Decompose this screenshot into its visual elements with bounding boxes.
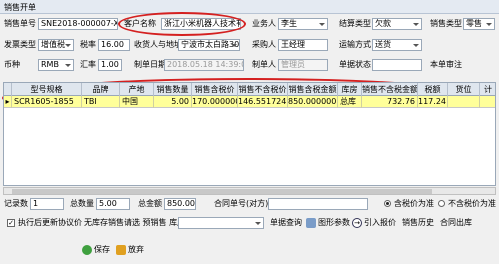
create-time-field: 2018.05.18 14:39:0 <box>164 59 244 71</box>
record-count-field: 1 <box>30 198 64 210</box>
after-audit-checkbox[interactable]: ✓ <box>7 219 15 227</box>
status-field <box>372 59 422 71</box>
tax-included-radio[interactable] <box>384 200 391 207</box>
col-header[interactable]: 计 <box>480 83 495 96</box>
col-header[interactable]: 销售不含税金额 <box>362 83 418 96</box>
cell-amount-tax[interactable]: 850.000000 <box>288 96 338 108</box>
invoice-type-select[interactable]: 增值税 <box>38 39 74 51</box>
cell-model[interactable]: SCR1605-1855 <box>12 96 82 108</box>
buyer-field[interactable]: 王经理 <box>278 39 328 51</box>
warehouse-select[interactable] <box>178 217 264 229</box>
tax-rate-field[interactable]: 16.00 <box>98 39 130 51</box>
cell-extra[interactable] <box>480 96 495 108</box>
tax-excluded-radio[interactable] <box>438 200 445 207</box>
col-header[interactable]: 销售数量 <box>154 83 192 96</box>
col-header[interactable]: 产地 <box>120 83 154 96</box>
row-indicator-header <box>4 83 12 96</box>
settle-type-select[interactable]: 欠款 <box>372 18 422 30</box>
cell-tax[interactable]: 117.24 <box>418 96 448 108</box>
chart-params-button[interactable]: 图形参数 <box>318 217 350 229</box>
col-header[interactable]: 型号规格 <box>12 83 82 96</box>
cell-brand[interactable]: TBI <box>82 96 120 108</box>
contract-out-button[interactable]: 合同出库 <box>440 217 472 229</box>
contract-no-field[interactable] <box>268 198 368 210</box>
col-header[interactable]: 销售含税金额 <box>288 83 338 96</box>
abandon-button[interactable]: 放弃 <box>128 244 144 256</box>
no-stock-hint: 无库存销售请选 预销售 库房 <box>84 218 186 227</box>
sales-history-button[interactable]: 销售历史 <box>402 217 434 229</box>
query-button[interactable]: 单据查询 <box>270 217 302 229</box>
table-row[interactable]: ▸ SCR1605-1855 TBI 中国 5.00 170.000000 14… <box>4 96 495 108</box>
abandon-icon <box>116 245 126 255</box>
save-button[interactable]: 保存 <box>94 244 110 256</box>
chart-icon <box>306 218 316 228</box>
ship-method-select[interactable]: 送货 <box>372 39 422 51</box>
scrollbar-thumb[interactable] <box>12 189 432 194</box>
col-header[interactable]: 销售含税价 <box>192 83 238 96</box>
current-no-label: 本单审注 <box>430 60 462 69</box>
arrow-right-icon: → <box>352 218 362 228</box>
customer-field[interactable]: 浙江小米机器人技术有限 <box>161 18 241 30</box>
record-count-label: 记录数 <box>4 199 28 208</box>
creator-label: 制单人 <box>252 60 276 69</box>
receiver-addr-label: 收货人与地址 <box>134 40 182 49</box>
exchange-rate-field[interactable]: 1.00 <box>98 59 122 71</box>
order-no-label: 销售单号 <box>4 19 36 28</box>
tax-included-label: 含税价为准 <box>394 199 434 208</box>
title-bar: 销售开单 <box>0 0 499 14</box>
customer-label: 客户名称 <box>124 19 156 28</box>
save-icon <box>82 245 92 255</box>
grid-horizontal-scrollbar[interactable] <box>3 187 496 195</box>
col-header[interactable]: 销售不含税价 <box>238 83 288 96</box>
buyer-label: 采购人 <box>252 40 276 49</box>
cell-warehouse[interactable]: 总库 <box>338 96 362 108</box>
cell-price-notax[interactable]: 146.551724 <box>238 96 288 108</box>
total-qty-field: 5.00 <box>96 198 130 210</box>
order-no-field[interactable]: SNE2018-000007-XXX <box>38 18 118 30</box>
settle-type-label: 结算类型 <box>339 19 371 28</box>
after-audit-label: 执行后更新协议价 <box>18 218 82 227</box>
sales-type-label: 销售类型 <box>430 19 462 28</box>
contract-no-label: 合同单号(对方) <box>214 199 269 208</box>
total-amount-field: 850.00 <box>164 198 196 210</box>
col-header[interactable]: 库房 <box>338 83 362 96</box>
salesman-label: 业务人 <box>252 19 276 28</box>
receiver-addr-select[interactable]: 宁波市太白路30号 <box>178 39 240 51</box>
cell-location[interactable] <box>448 96 480 108</box>
cell-price-tax[interactable]: 170.000000 <box>192 96 238 108</box>
grid-header: 型号规格 品牌 产地 销售数量 销售含税价 销售不含税价 销售含税金额 库房 销… <box>4 83 495 96</box>
import-quote-button[interactable]: 引入报价 <box>364 217 396 229</box>
creator-field: 管理员 <box>278 59 328 71</box>
tax-rate-label: 税率 <box>80 40 96 49</box>
col-header[interactable]: 税额 <box>418 83 448 96</box>
cell-qty[interactable]: 5.00 <box>154 96 192 108</box>
items-grid[interactable]: 型号规格 品牌 产地 销售数量 销售含税价 销售不含税价 销售含税金额 库房 销… <box>3 82 496 186</box>
row-pointer-icon: ▸ <box>4 96 12 108</box>
invoice-type-label: 发票类型 <box>4 40 36 49</box>
currency-label: 币种 <box>4 60 20 69</box>
status-label: 单据状态 <box>339 60 371 69</box>
tax-excluded-label: 不含税价为准 <box>448 199 496 208</box>
window-title: 销售开单 <box>4 3 36 12</box>
currency-select[interactable]: RMB <box>38 59 74 71</box>
sales-type-select[interactable]: 零售 <box>463 18 495 30</box>
salesman-select[interactable]: 李生 <box>278 18 328 30</box>
create-time-label: 制单日期 <box>134 60 166 69</box>
cell-amount-notax[interactable]: 732.76 <box>362 96 418 108</box>
ship-method-label: 运输方式 <box>339 40 371 49</box>
col-header[interactable]: 品牌 <box>82 83 120 96</box>
total-qty-label: 总数量 <box>70 199 94 208</box>
exchange-rate-label: 汇率 <box>80 60 96 69</box>
total-amount-label: 总金额 <box>138 199 162 208</box>
cell-origin[interactable]: 中国 <box>120 96 154 108</box>
col-header[interactable]: 货位 <box>448 83 480 96</box>
